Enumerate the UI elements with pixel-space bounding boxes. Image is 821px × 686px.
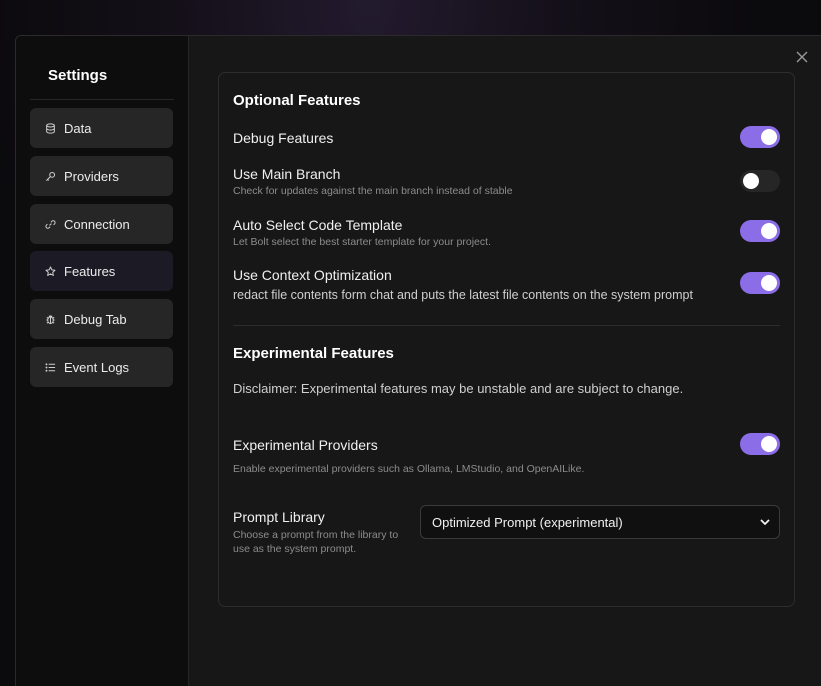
link-icon xyxy=(45,219,56,230)
list-icon xyxy=(45,362,56,373)
toggle-knob xyxy=(761,275,777,291)
sidebar-item-features[interactable]: Features xyxy=(30,251,173,291)
experimental-providers-description: Enable experimental providers such as Ol… xyxy=(233,463,585,475)
sidebar-divider xyxy=(30,99,174,100)
optional-features-title: Optional Features xyxy=(233,92,361,109)
toggle-knob xyxy=(743,173,759,189)
settings-sidebar: Settings Data Providers Connection Featu xyxy=(16,36,189,686)
sidebar-item-label: Providers xyxy=(64,168,119,184)
debug-features-title: Debug Features xyxy=(233,130,334,146)
sidebar-item-debug-tab[interactable]: Debug Tab xyxy=(30,299,173,339)
context-optimization-description: redact file contents form chat and puts … xyxy=(233,288,693,302)
sidebar-item-data[interactable]: Data xyxy=(30,108,173,148)
context-optimization-title: Use Context Optimization xyxy=(233,267,392,283)
main-branch-toggle[interactable] xyxy=(740,170,780,192)
main-branch-description: Check for updates against the main branc… xyxy=(233,185,513,197)
section-divider xyxy=(233,325,780,326)
experimental-disclaimer: Disclaimer: Experimental features may be… xyxy=(233,381,684,396)
auto-template-toggle[interactable] xyxy=(740,220,780,242)
close-button[interactable] xyxy=(794,49,810,65)
features-panel: Optional Features Debug Features Use Mai… xyxy=(218,72,795,607)
sidebar-item-label: Debug Tab xyxy=(64,311,127,327)
experimental-providers-title: Experimental Providers xyxy=(233,437,378,453)
prompt-library-select[interactable]: Optimized Prompt (experimental) xyxy=(420,505,780,539)
context-optimization-toggle[interactable] xyxy=(740,272,780,294)
sidebar-item-connection[interactable]: Connection xyxy=(30,204,173,244)
sidebar-item-label: Connection xyxy=(64,216,130,232)
close-icon xyxy=(796,51,808,63)
sidebar-item-event-logs[interactable]: Event Logs xyxy=(30,347,173,387)
toggle-knob xyxy=(761,223,777,239)
experimental-features-title: Experimental Features xyxy=(233,345,394,362)
sidebar-item-label: Event Logs xyxy=(64,359,130,375)
key-icon xyxy=(45,171,56,182)
main-branch-title: Use Main Branch xyxy=(233,166,341,182)
auto-template-title: Auto Select Code Template xyxy=(233,217,403,233)
sidebar-item-label: Data xyxy=(64,120,92,136)
experimental-providers-toggle[interactable] xyxy=(740,433,780,455)
prompt-library-description: Choose a prompt from the library to use … xyxy=(233,529,399,555)
prompt-library-title: Prompt Library xyxy=(233,509,325,525)
toggle-knob xyxy=(761,129,777,145)
chevron-down-icon xyxy=(759,516,771,528)
star-icon xyxy=(45,265,56,277)
auto-template-description: Let Bolt select the best starter templat… xyxy=(233,236,491,248)
database-icon xyxy=(45,122,56,134)
bug-icon xyxy=(45,314,56,325)
debug-features-toggle[interactable] xyxy=(740,126,780,148)
toggle-knob xyxy=(761,436,777,452)
prompt-library-selected-value: Optimized Prompt (experimental) xyxy=(432,514,623,530)
sidebar-item-label: Features xyxy=(64,263,116,279)
sidebar-title: Settings xyxy=(48,67,108,84)
settings-dialog: Settings Data Providers Connection Featu xyxy=(15,35,821,686)
sidebar-item-providers[interactable]: Providers xyxy=(30,156,173,196)
